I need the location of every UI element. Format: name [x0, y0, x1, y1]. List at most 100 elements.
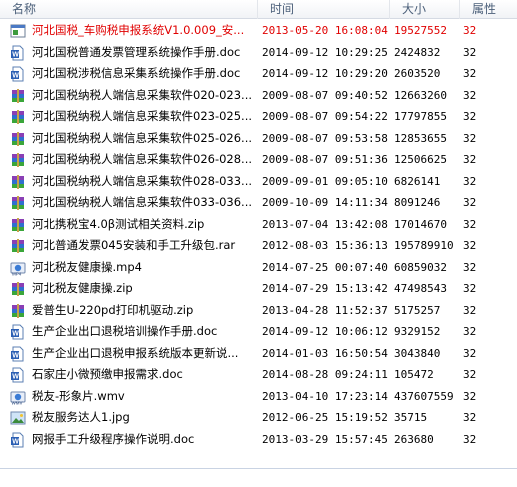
file-size: 47498543: [394, 282, 447, 295]
file-attributes: 32: [463, 174, 477, 188]
file-modified-time: 2014-09-12 10:06:12: [262, 325, 388, 338]
rar-archive-icon: [10, 88, 26, 104]
file-attributes: 32: [463, 153, 477, 166]
word-doc-icon: W: [10, 367, 26, 383]
file-modified-time: 2014-08-28 09:24:11: [262, 368, 388, 381]
mp4-video-icon: MP4: [10, 260, 26, 276]
file-name: 爱普生U-220pd打印机驱动.zip: [32, 302, 194, 317]
file-modified-time: 2012-08-03 15:36:13: [262, 239, 388, 252]
column-header-attr[interactable]: 属性: [460, 0, 517, 19]
file-size: 437607559: [394, 389, 454, 403]
file-size: 17014670: [394, 217, 447, 231]
file-row[interactable]: W 生产企业出口退税申报系统版本更新说... 2014-01-03 16:50:54…: [0, 343, 517, 365]
word-doc-icon: W: [10, 45, 26, 61]
file-size: 5175257: [394, 303, 441, 317]
file-modified-time: 2013-05-20 16:08:04: [262, 24, 388, 37]
file-row[interactable]: 河北国税纳税人端信息采集软件026-028... 2009-08-07 09:51…: [0, 149, 517, 171]
file-modified-time: 2012-06-25 15:19:52: [262, 411, 388, 424]
file-name: 河北国税纳税人端信息采集软件020-023...: [32, 87, 253, 102]
file-name: 河北国税纳税人端信息采集软件025-026...: [32, 130, 253, 145]
file-size: 35715: [394, 411, 428, 424]
file-attributes: 32: [463, 346, 477, 360]
file-row[interactable]: 河北国税纳税人端信息采集软件020-023... 2009-08-07 09:40…: [0, 85, 517, 107]
file-name: 生产企业出口退税培训操作手册.doc: [32, 324, 218, 338]
file-list: 河北国税_车购税申报系统V1.0.009_安... 2013-05-20 16:0…: [0, 20, 517, 450]
file-name: 河北税友健康操.zip: [32, 281, 133, 295]
file-size: 8091246: [394, 196, 441, 209]
file-row[interactable]: W 生产企业出口退税培训操作手册.doc 2014-09-12 10:06:12 93…: [0, 321, 517, 343]
file-size: 12506625: [394, 153, 447, 166]
file-name: 河北普通发票045安装和手工升级包.rar: [32, 238, 236, 252]
file-size: 2603520: [394, 67, 441, 80]
file-modified-time: 2009-08-07 09:51:36: [262, 153, 388, 166]
file-row[interactable]: MP4 河北税友健康操.mp4 2014-07-25 00:07:40 6085903…: [0, 257, 517, 279]
file-size: 12663260: [394, 88, 447, 102]
file-row[interactable]: 河北国税纳税人端信息采集软件028-033... 2009-09-01 09:05…: [0, 171, 517, 193]
file-row[interactable]: 河北国税_车购税申报系统V1.0.009_安... 2013-05-20 16:0…: [0, 20, 517, 42]
file-name: 河北国税_车购税申报系统V1.0.009_安...: [32, 23, 245, 37]
file-row[interactable]: 河北国税纳税人端信息采集软件033-036... 2009-10-09 14:11…: [0, 192, 517, 214]
file-row[interactable]: 河北国税纳税人端信息采集软件025-026... 2009-08-07 09:53…: [0, 128, 517, 150]
word-doc-icon: W: [10, 324, 26, 340]
file-name: 河北国税涉税信息采集系统操作手册.doc: [32, 66, 241, 80]
file-modified-time: 2009-08-07 09:54:22: [262, 110, 388, 123]
file-attributes: 32: [463, 196, 477, 209]
svg-text:W: W: [12, 73, 19, 80]
file-size: 6826141: [394, 174, 441, 188]
file-size: 105472: [394, 368, 434, 381]
column-header-name[interactable]: 名称: [0, 0, 258, 19]
file-name: 河北国税纳税人端信息采集软件023-025...: [32, 109, 253, 123]
file-row[interactable]: 河北国税纳税人端信息采集软件023-025... 2009-08-07 09:54…: [0, 106, 517, 128]
file-row[interactable]: 河北普通发票045安装和手工升级包.rar 2012-08-03 15:36:13…: [0, 235, 517, 257]
file-size: 2424832: [394, 45, 441, 59]
file-attributes: 32: [463, 260, 477, 274]
rar-archive-icon: [10, 131, 26, 147]
rar-archive-icon: [10, 238, 26, 254]
file-size: 263680: [394, 432, 434, 446]
file-row[interactable]: 税友服务达人1.jpg 2012-06-25 15:19:52 35715 32: [0, 407, 517, 429]
column-header-bar: 名称 时间 大小 属性: [0, 0, 517, 19]
file-modified-time: 2014-09-12 10:29:20: [262, 67, 388, 80]
file-name: 网报手工升级程序操作说明.doc: [32, 431, 195, 446]
file-modified-time: 2013-04-10 17:23:14: [262, 389, 388, 403]
file-attributes: 32: [463, 131, 477, 145]
file-row[interactable]: 河北携税宝4.0β测试相关资料.zip 2013-07-04 13:42:08 17…: [0, 214, 517, 236]
file-name: 石家庄小微预缴申报需求.doc: [32, 367, 183, 381]
file-modified-time: 2014-09-12 10:29:25: [262, 45, 388, 59]
file-row[interactable]: W 网报手工升级程序操作说明.doc 2013-03-29 15:57:45 2636…: [0, 429, 517, 451]
file-name: 河北国税纳税人端信息采集软件033-036...: [32, 195, 253, 209]
file-attributes: 32: [463, 325, 477, 338]
file-row[interactable]: W 石家庄小微预缴申报需求.doc 2014-08-28 09:24:11 10547…: [0, 364, 517, 386]
svg-text:W: W: [12, 51, 19, 58]
file-size: 60859032: [394, 260, 447, 274]
partial-next-row: [0, 469, 517, 487]
rar-archive-icon: [10, 152, 26, 168]
column-header-size[interactable]: 大小: [390, 0, 460, 19]
word-doc-icon: W: [10, 432, 26, 448]
file-row[interactable]: 爱普生U-220pd打印机驱动.zip 2013-04-28 11:52:37 51…: [0, 300, 517, 322]
file-name: 河北税友健康操.mp4: [32, 259, 142, 274]
file-size: 3043840: [394, 346, 441, 360]
zip-archive-icon: [10, 217, 26, 233]
file-attributes: 32: [463, 110, 477, 123]
file-name: 税友-形象片.wmv: [32, 388, 125, 403]
file-row[interactable]: 河北税友健康操.zip 2014-07-29 15:13:42 47498543 32: [0, 278, 517, 300]
file-row[interactable]: WMV 税友-形象片.wmv 2013-04-10 17:23:14 43760755…: [0, 386, 517, 408]
file-attributes: 32: [463, 303, 477, 317]
file-attributes: 32: [463, 411, 477, 424]
file-modified-time: 2014-07-29 15:13:42: [262, 282, 388, 295]
file-name: 河北国税纳税人端信息采集软件026-028...: [32, 152, 253, 166]
file-size: 12853655: [394, 131, 447, 145]
column-header-time[interactable]: 时间: [258, 0, 390, 19]
svg-text:WMV: WMV: [12, 400, 23, 405]
file-size: 17797855: [394, 110, 447, 123]
file-row[interactable]: W 河北国税涉税信息采集系统操作手册.doc 2014-09-12 10:29:20…: [0, 63, 517, 85]
word-doc-icon: W: [10, 66, 26, 82]
zip-archive-icon: [10, 281, 26, 297]
file-row[interactable]: W 河北国税普通发票管理系统操作手册.doc 2014-09-12 10:29:25…: [0, 42, 517, 64]
file-attributes: 32: [463, 282, 477, 295]
file-modified-time: 2013-07-04 13:42:08: [262, 217, 388, 231]
word-doc-icon: W: [10, 346, 26, 362]
file-name: 河北国税普通发票管理系统操作手册.doc: [32, 44, 241, 59]
file-name: 生产企业出口退税申报系统版本更新说...: [32, 345, 239, 360]
